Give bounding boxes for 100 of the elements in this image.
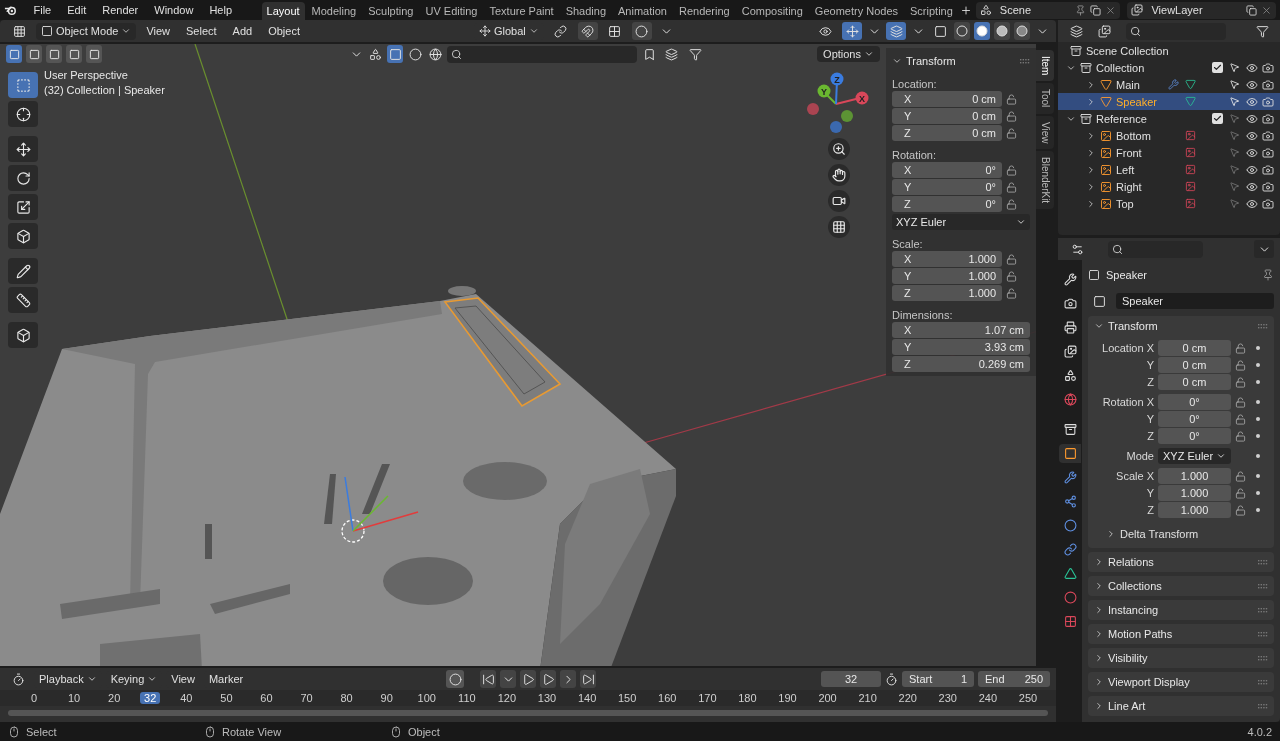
- options-dropdown[interactable]: Options: [817, 46, 880, 62]
- outliner-item-name: Collection: [1096, 61, 1146, 74]
- start-frame-field[interactable]: Start 1: [902, 671, 974, 687]
- panel-title[interactable]: Instancing: [1108, 604, 1159, 616]
- panel-title[interactable]: Motion Paths: [1108, 628, 1173, 640]
- property-label: Z: [1146, 430, 1154, 442]
- sidebar-tab[interactable]: Item: [1036, 50, 1054, 82]
- property-label: Z: [1146, 376, 1154, 388]
- object-name: Speaker: [1106, 269, 1148, 281]
- property-label: Location X: [1101, 342, 1154, 354]
- frame-number: 170: [697, 692, 718, 704]
- menu-item[interactable]: Help: [202, 4, 240, 16]
- rotation-mode-dropdown[interactable]: XYZ Euler: [892, 214, 1030, 230]
- number-field[interactable]: 1.000: [1158, 502, 1231, 518]
- version-label: 4.0.2: [1247, 725, 1272, 738]
- status-hint: Select: [26, 725, 57, 738]
- frame-number: 200: [817, 692, 838, 704]
- group-label: Rotation:: [892, 148, 938, 161]
- workspace-tab[interactable]: Scripting: [905, 2, 958, 20]
- number-field[interactable]: 0°: [1158, 394, 1231, 410]
- frame-number: 40: [179, 692, 194, 704]
- number-field[interactable]: Z 1.000: [892, 285, 1002, 301]
- outliner-row[interactable]: Main: [1058, 76, 1280, 93]
- workspace-tab[interactable]: Shading: [560, 2, 612, 20]
- scene-collection-label[interactable]: Scene Collection: [1086, 44, 1186, 57]
- outliner-row[interactable]: Left: [1058, 161, 1280, 178]
- number-field[interactable]: X 0 cm: [892, 91, 1002, 107]
- number-field[interactable]: X 0°: [892, 162, 1002, 178]
- outliner-row[interactable]: Right: [1058, 178, 1280, 195]
- number-field[interactable]: 0°: [1158, 411, 1231, 427]
- menu-item[interactable]: Edit: [60, 4, 94, 16]
- menu-item[interactable]: Render: [95, 4, 146, 16]
- property-label: Y: [1145, 487, 1154, 499]
- property-label: Y: [1145, 359, 1154, 371]
- number-field[interactable]: 0 cm: [1158, 340, 1231, 356]
- header-menu[interactable]: View: [140, 25, 177, 37]
- workspace-tab[interactable]: UV Editing: [420, 2, 483, 20]
- panel-title[interactable]: Relations: [1108, 556, 1154, 568]
- frame-number: 110: [457, 692, 477, 704]
- panel-title[interactable]: Transform: [1108, 320, 1158, 332]
- outliner-item-name: Reference: [1096, 112, 1148, 125]
- menu-item[interactable]: File: [26, 4, 59, 16]
- number-field[interactable]: Z 0°: [892, 196, 1002, 212]
- workspace-tab[interactable]: Compositing: [736, 2, 808, 20]
- number-field[interactable]: Z 0 cm: [892, 125, 1002, 141]
- frame-number: 230: [937, 692, 958, 704]
- mode-dropdown[interactable]: XYZ Euler: [1158, 448, 1231, 464]
- panel-title[interactable]: Transform: [906, 55, 956, 67]
- playhead[interactable]: 32: [140, 692, 161, 704]
- outliner-row[interactable]: Front: [1058, 144, 1280, 161]
- number-field[interactable]: 0°: [1158, 428, 1231, 444]
- outliner-row[interactable]: Top: [1058, 195, 1280, 212]
- frame-number: 80: [339, 692, 354, 704]
- frame-number: 100: [416, 692, 437, 704]
- frame-number: 210: [857, 692, 878, 704]
- frame-number: 150: [617, 692, 638, 704]
- property-label: Z: [1146, 504, 1154, 516]
- workspace-tab[interactable]: Texture Paint: [484, 2, 559, 20]
- panel-title[interactable]: Collections: [1108, 580, 1162, 592]
- workspace-tab[interactable]: Geometry Nodes: [809, 2, 903, 20]
- frame-number: 190: [777, 692, 798, 704]
- current-frame-field[interactable]: 32: [821, 671, 881, 687]
- number-field[interactable]: X 1.000: [892, 251, 1002, 267]
- object-name-field[interactable]: Speaker: [1116, 293, 1274, 309]
- number-field[interactable]: 1.000: [1158, 485, 1231, 501]
- sidebar-tab[interactable]: View: [1036, 115, 1054, 150]
- header-menu[interactable]: Add: [226, 25, 259, 37]
- number-field[interactable]: 0 cm: [1158, 374, 1231, 390]
- number-field[interactable]: Y 1.000: [892, 268, 1002, 284]
- outliner-item-name: Front: [1116, 146, 1143, 159]
- workspace-tab[interactable]: Rendering: [673, 2, 735, 20]
- panel-title[interactable]: Viewport Display: [1108, 676, 1190, 688]
- number-field[interactable]: Y 3.93 cm: [892, 339, 1030, 355]
- menu-item[interactable]: Window: [147, 4, 201, 16]
- outliner-row[interactable]: Bottom: [1058, 127, 1280, 144]
- outliner-row[interactable]: Speaker: [1058, 93, 1280, 110]
- workspace-tab[interactable]: Layout: [261, 2, 305, 20]
- panel-title[interactable]: Visibility: [1108, 652, 1148, 664]
- sidebar-tab[interactable]: Tool: [1036, 83, 1054, 114]
- outliner-row[interactable]: Collection: [1058, 59, 1280, 76]
- subpanel-header[interactable]: Delta Transform: [1088, 524, 1274, 544]
- workspace-tab[interactable]: Modeling: [306, 2, 362, 20]
- number-field[interactable]: Y 0 cm: [892, 108, 1002, 124]
- outliner-row[interactable]: Reference: [1058, 110, 1280, 127]
- header-menu[interactable]: Select: [180, 25, 223, 37]
- panel-title[interactable]: Line Art: [1108, 700, 1146, 712]
- end-frame-field[interactable]: End 250: [978, 671, 1050, 687]
- number-field[interactable]: X 1.07 cm: [892, 322, 1030, 338]
- number-field[interactable]: 0 cm: [1158, 357, 1231, 373]
- number-field[interactable]: 1.000: [1158, 468, 1231, 484]
- workspace-tab[interactable]: Animation: [613, 2, 672, 20]
- navigation-gizmo[interactable]: X Y Z: [806, 72, 872, 134]
- number-field[interactable]: Z 0.269 cm: [892, 356, 1030, 372]
- workspace-tab[interactable]: Sculpting: [363, 2, 419, 20]
- mode-dropdown[interactable]: Object Mode: [36, 22, 137, 40]
- sidebar-tab[interactable]: BlenderKit: [1036, 151, 1054, 210]
- frame-number: 140: [576, 692, 598, 704]
- number-field[interactable]: Y 0°: [892, 179, 1002, 195]
- frame-number: 250: [1017, 692, 1039, 704]
- header-menu[interactable]: Object: [262, 25, 306, 37]
